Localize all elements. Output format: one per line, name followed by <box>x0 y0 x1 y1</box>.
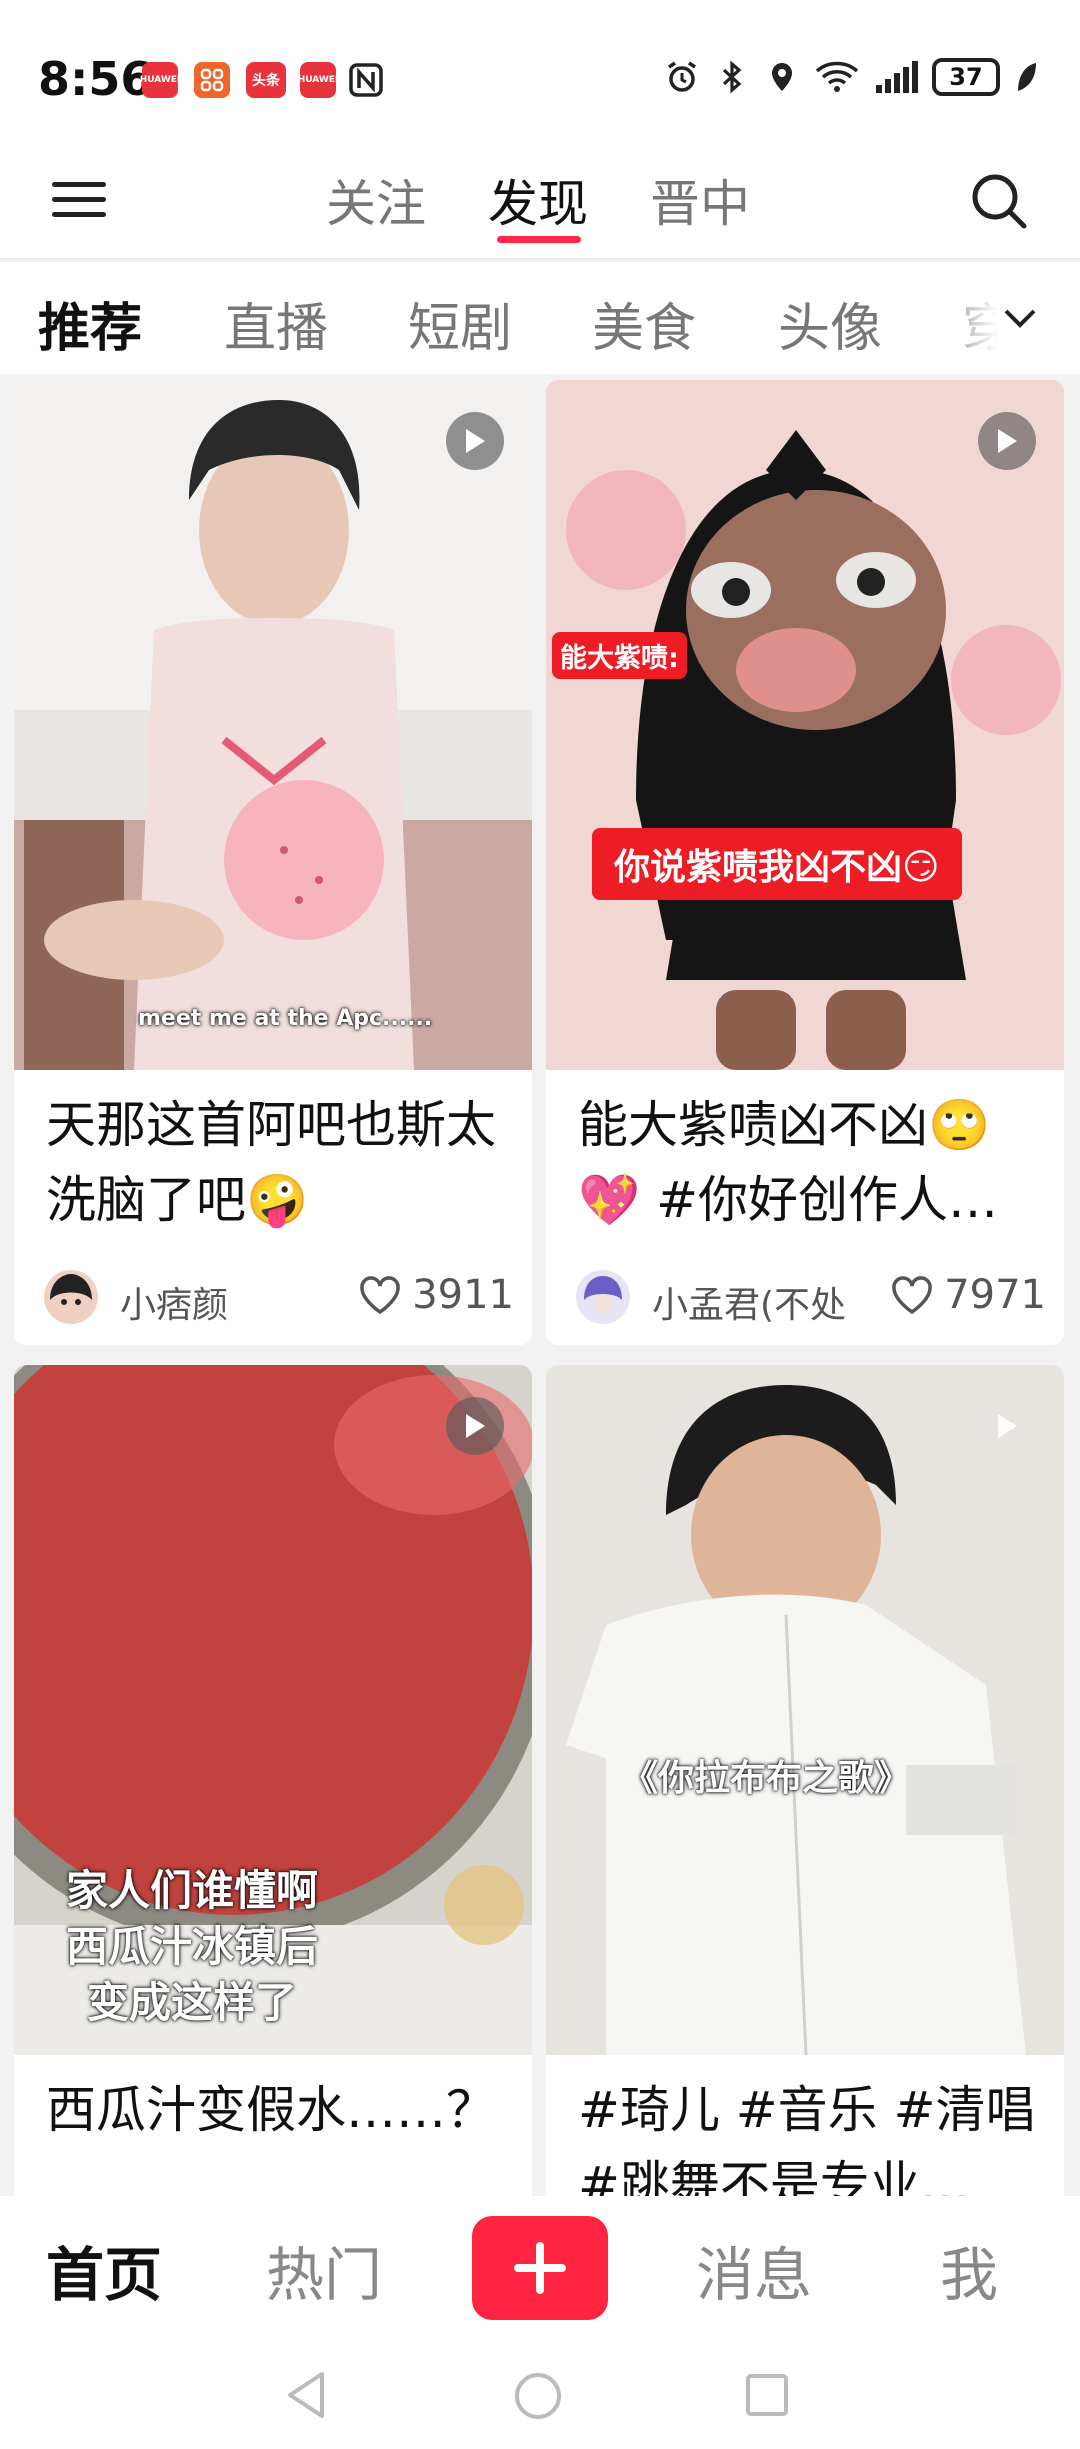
badge-text: HUAWEI <box>297 75 339 85</box>
status-bar: 8:56 HUAWEI 头条 HUAWEI 37 <box>0 0 1080 150</box>
search-icon[interactable] <box>966 168 1032 234</box>
recents-icon[interactable] <box>744 2372 790 2418</box>
nfc-icon <box>349 63 383 97</box>
card-title[interactable]: 天那这首阿吧也斯太洗脑了吧🤪 <box>46 1088 506 1238</box>
toutiao-badge: 头条 <box>246 62 286 98</box>
cover-image <box>14 380 532 1070</box>
like-count: 7971 <box>944 1272 1046 1318</box>
huawei-store-badge-2: HUAWEI <box>297 62 339 98</box>
nav-trending[interactable]: 热门 <box>266 2228 382 2312</box>
heart-icon <box>360 1276 400 1315</box>
like-button[interactable]: 7971 <box>890 1272 1046 1318</box>
huawei-store-badge: HUAWEI <box>139 62 181 98</box>
category-food[interactable]: 美食 <box>592 286 696 361</box>
play-icon <box>978 412 1036 470</box>
like-button[interactable]: 3911 <box>358 1272 514 1318</box>
card-title[interactable]: 能大紫啧凶不凶🙄💖 #你好创作人… <box>578 1088 1038 1238</box>
cover-caption: meet me at the Apc...... <box>138 1006 433 1031</box>
bottom-nav: 首页 热门 消息 我 <box>0 2196 1080 2336</box>
battery-indicator: 37 <box>932 58 1000 96</box>
status-time: 8:56 <box>38 52 153 106</box>
status-icons: 37 <box>664 58 1040 96</box>
play-icon <box>978 1397 1036 1455</box>
bluetooth-icon <box>722 60 742 94</box>
video-cover[interactable]: 《你拉布布之歌》 <box>546 1365 1064 2055</box>
active-tab-indicator <box>497 236 581 243</box>
video-cover[interactable]: 能大紫啧: 你说紫啧我凶不凶😏 <box>546 380 1064 1070</box>
tab-follow[interactable]: 关注 <box>326 164 426 236</box>
category-short-drama[interactable]: 短剧 <box>408 286 512 361</box>
location-icon <box>772 63 792 91</box>
menu-icon[interactable] <box>52 172 108 232</box>
signal-icon <box>876 61 918 93</box>
category-recommend[interactable]: 推荐 <box>38 286 142 361</box>
play-icon <box>446 1397 504 1455</box>
video-cover[interactable]: 家人们谁懂啊 西瓜汁冰镇后 变成这样了 <box>14 1365 532 2055</box>
leaf-icon <box>1018 63 1036 91</box>
tab-discover[interactable]: 发现 <box>488 164 588 236</box>
card-title[interactable]: 西瓜汁变假水……？ <box>46 2073 506 2148</box>
category-bar: 推荐 直播 短剧 美食 头像 穿 <box>0 262 1080 374</box>
like-count: 3911 <box>412 1272 514 1318</box>
system-nav-bar <box>0 2336 1080 2449</box>
feed-card[interactable]: 《你拉布布之歌》 #琦儿 #音乐 #清唱 #跳舞不是专业… <box>546 1365 1064 2225</box>
feed-card[interactable]: meet me at the Apc...... 天那这首阿吧也斯太洗脑了吧🤪 … <box>14 380 532 1345</box>
caption-line: 西瓜汁冰镇后 <box>65 1922 318 1971</box>
cover-caption: 《你拉布布之歌》 <box>622 1758 911 1799</box>
feed-card[interactable]: 能大紫啧: 你说紫啧我凶不凶😏 能大紫啧凶不凶🙄💖 #你好创作人… 小孟君(不处… <box>546 380 1064 1345</box>
category-avatar[interactable]: 头像 <box>778 286 882 361</box>
caption-line: 家人们谁懂啊 <box>65 1866 318 1915</box>
badge-text: 头条 <box>252 73 280 89</box>
caption-line: 变成这样了 <box>86 1978 297 2027</box>
tab-local[interactable]: 晋中 <box>650 164 750 236</box>
heart-icon <box>892 1276 932 1315</box>
feed-card[interactable]: 家人们谁懂啊 西瓜汁冰镇后 变成这样了 西瓜汁变假水……？ <box>14 1365 532 2225</box>
cover-caption: 家人们谁懂啊 西瓜汁冰镇后 变成这样了 <box>42 1863 342 2031</box>
chevron-down-icon[interactable] <box>1000 298 1040 338</box>
avatar[interactable] <box>576 1270 630 1324</box>
nav-messages[interactable]: 消息 <box>696 2228 812 2312</box>
badge-text: HUAWEI <box>139 75 181 85</box>
play-icon <box>446 412 504 470</box>
video-cover[interactable]: meet me at the Apc...... <box>14 380 532 1070</box>
app-grid-badge <box>194 62 230 98</box>
top-nav: 关注 发现 晋中 <box>0 150 1080 260</box>
home-circle-icon[interactable] <box>512 2370 564 2422</box>
nav-profile[interactable]: 我 <box>940 2228 998 2312</box>
author-row: 小孟君(不处 7971 <box>576 1266 1046 1326</box>
author-row: 小痞颜 3911 <box>44 1266 514 1326</box>
red-caption: 你说紫啧我凶不凶😏 <box>592 828 962 900</box>
cover-image <box>546 380 1064 1070</box>
publish-button[interactable] <box>472 2216 608 2320</box>
plus-icon <box>514 2242 566 2294</box>
category-live[interactable]: 直播 <box>224 286 328 361</box>
speaker-tag: 能大紫啧: <box>552 632 687 679</box>
avatar[interactable] <box>44 1270 98 1324</box>
cover-image <box>546 1365 1064 2055</box>
nav-home[interactable]: 首页 <box>46 2228 162 2312</box>
author-name[interactable]: 小孟君(不处 <box>652 1276 852 1328</box>
wifi-icon <box>815 61 859 92</box>
author-name[interactable]: 小痞颜 <box>120 1276 320 1328</box>
back-icon[interactable] <box>284 2370 328 2420</box>
alarm-icon <box>668 61 696 92</box>
